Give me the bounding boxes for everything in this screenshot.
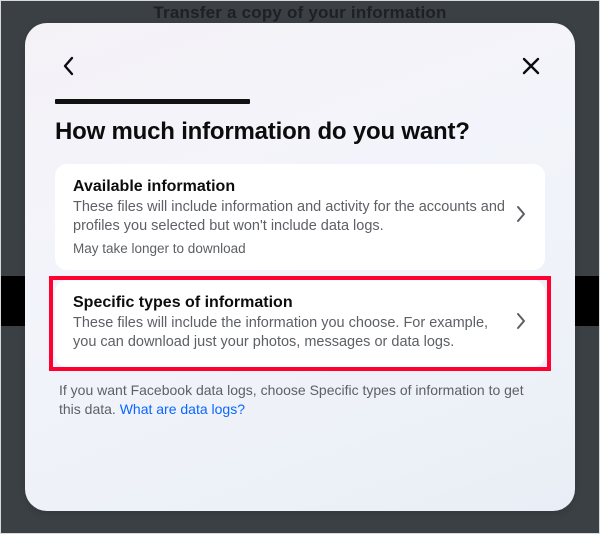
info-amount-modal: How much information do you want? Availa… [25, 23, 575, 511]
footer-note: If you want Facebook data logs, choose S… [55, 381, 545, 419]
close-icon [521, 56, 541, 76]
option-available-information[interactable]: Available information These files will i… [55, 164, 545, 270]
progress-indicator [55, 99, 250, 104]
option-title: Specific types of information [73, 294, 505, 312]
option-title: Available information [73, 178, 505, 196]
option-text: Available information These files will i… [73, 178, 505, 256]
option-specific-types[interactable]: Specific types of information These file… [55, 280, 545, 367]
modal-title: How much information do you want? [55, 118, 545, 146]
chevron-right-icon [515, 205, 527, 228]
chevron-left-icon [61, 56, 77, 76]
option-description: These files will include the information… [73, 314, 505, 353]
data-logs-link[interactable]: What are data logs? [120, 401, 245, 417]
chevron-right-icon [515, 312, 527, 335]
option-meta: May take longer to download [73, 241, 505, 256]
underlying-page-title: Transfer a copy of your information [1, 3, 599, 23]
option-text: Specific types of information These file… [73, 294, 505, 353]
screenshot-stage: Transfer a copy of your information How … [0, 0, 600, 534]
modal-topbar [55, 53, 545, 79]
close-button[interactable] [517, 52, 545, 80]
option-description: These files will include information and… [73, 198, 505, 237]
backdrop-stripe-right [574, 276, 599, 326]
backdrop-stripe-left [1, 276, 26, 326]
back-button[interactable] [55, 52, 83, 80]
